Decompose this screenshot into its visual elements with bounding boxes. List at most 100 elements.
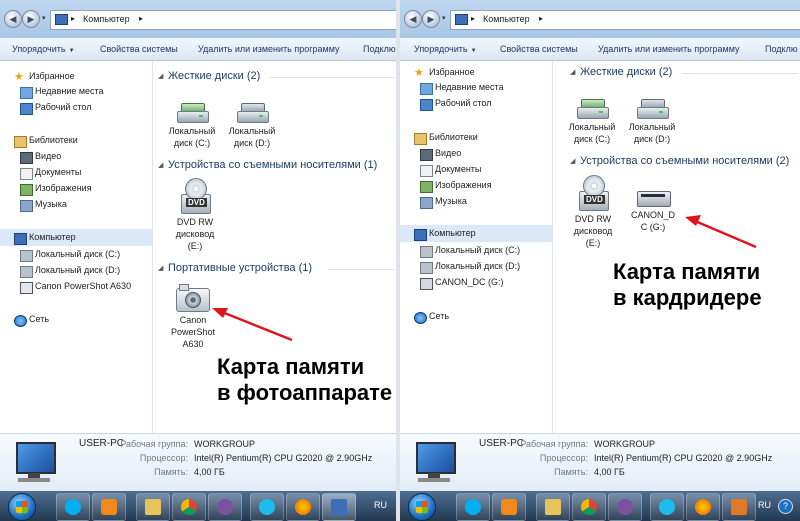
- taskbar-explorer[interactable]: [322, 493, 356, 521]
- collapse-triangle-icon[interactable]: ◢: [570, 157, 575, 165]
- cpu-value: Intel(R) Pentium(R) CPU G2020 @ 2.90GHz: [594, 453, 773, 463]
- libraries-icon: [414, 133, 427, 145]
- taskbar-app[interactable]: [722, 493, 756, 521]
- uninstall-program-button[interactable]: Удалить или изменить программу: [198, 44, 339, 54]
- desktop-icon: [20, 103, 33, 115]
- taskbar-media-player[interactable]: [492, 493, 526, 521]
- chrome-icon: [581, 499, 597, 515]
- map-network-drive-button[interactable]: Подклю: [765, 44, 798, 54]
- skype-icon: [465, 499, 481, 515]
- network-icon: [14, 315, 27, 327]
- drive-tile-d[interactable]: Локальный диск (D:): [224, 101, 280, 149]
- hard-drive-icon: [575, 97, 609, 119]
- organize-button[interactable]: Упорядочить ▼: [12, 44, 75, 54]
- taskbar-firefox[interactable]: [686, 493, 720, 521]
- taskbar-viber[interactable]: [208, 493, 242, 521]
- taskbar-skype[interactable]: [56, 493, 90, 521]
- drive-tile-c[interactable]: Локальный диск (C:): [164, 101, 220, 149]
- mail-icon: [545, 499, 561, 515]
- workgroup-label: Рабочая группа:: [120, 439, 188, 449]
- taskbar-ie[interactable]: [250, 493, 284, 521]
- music-icon: [420, 197, 433, 209]
- memory-value: 4,00 ГБ: [194, 467, 225, 477]
- taskbar: RU: [0, 491, 396, 521]
- taskbar-mail[interactable]: [136, 493, 170, 521]
- system-properties-button[interactable]: Свойства системы: [500, 44, 578, 54]
- video-icon: [420, 149, 433, 161]
- back-button[interactable]: ◀: [4, 10, 22, 28]
- forward-button[interactable]: ▶: [422, 10, 440, 28]
- group-separator: [328, 269, 394, 270]
- hard-drive-icon: [420, 246, 433, 258]
- taskbar-skype[interactable]: [456, 493, 490, 521]
- breadcrumb-computer[interactable]: Компьютер: [483, 14, 530, 24]
- internet-explorer-icon: [659, 499, 675, 515]
- camera-icon: [20, 282, 33, 294]
- navigation-pane: ★ Избранное Недавние места Рабочий стол …: [400, 61, 553, 433]
- content-pane: ◢ Жесткие диски (2) Локальный диск (C:) …: [153, 61, 396, 433]
- workgroup-value: WORKGROUP: [194, 439, 256, 449]
- taskbar-mail[interactable]: [536, 493, 570, 521]
- cpu-label: Процессор:: [539, 453, 588, 463]
- workgroup-value: WORKGROUP: [594, 439, 656, 449]
- taskbar-firefox[interactable]: [286, 493, 320, 521]
- language-indicator[interactable]: RU: [374, 500, 387, 510]
- taskbar-ie[interactable]: [650, 493, 684, 521]
- drive-tile-canon-dc[interactable]: CANON_D C (G:): [625, 185, 681, 233]
- drive-tile-d[interactable]: Локальный диск (D:): [624, 97, 680, 145]
- system-properties-button[interactable]: Свойства системы: [100, 44, 178, 54]
- hard-drive-icon: [635, 97, 669, 119]
- collapse-triangle-icon[interactable]: ◢: [158, 264, 163, 272]
- breadcrumb-arrow-icon[interactable]: ▸: [71, 14, 75, 23]
- address-bar[interactable]: ▸ Компьютер ▸: [450, 10, 800, 30]
- drive-tile-c[interactable]: Локальный диск (C:): [564, 97, 620, 145]
- breadcrumb-arrow-icon[interactable]: ▸: [139, 14, 143, 23]
- organize-button[interactable]: Упорядочить ▼: [414, 44, 477, 54]
- language-indicator[interactable]: RU: [758, 500, 771, 510]
- recent-pages-dropdown[interactable]: ▾: [42, 14, 46, 22]
- recent-places-icon: [420, 83, 433, 95]
- breadcrumb-computer[interactable]: Компьютер: [83, 14, 130, 24]
- media-player-icon: [101, 499, 117, 515]
- memory-label: Память:: [554, 467, 588, 477]
- taskbar-media-player[interactable]: [92, 493, 126, 521]
- collapse-triangle-icon[interactable]: ◢: [158, 161, 163, 169]
- back-button[interactable]: ◀: [404, 10, 422, 28]
- map-network-drive-button[interactable]: Подклю: [363, 44, 396, 54]
- taskbar-chrome[interactable]: [572, 493, 606, 521]
- taskbar-chrome[interactable]: [172, 493, 206, 521]
- cpu-label: Процессор:: [139, 453, 188, 463]
- drive-tile-dvd[interactable]: DVD DVD RW дисковод (E:): [167, 178, 223, 252]
- recent-pages-dropdown[interactable]: ▾: [442, 14, 446, 22]
- monitor-icon: [414, 442, 456, 482]
- start-button[interactable]: [408, 493, 436, 521]
- firefox-icon: [295, 499, 311, 515]
- help-icon[interactable]: ?: [778, 499, 793, 514]
- breadcrumb-arrow-icon[interactable]: ▸: [539, 14, 543, 23]
- hard-drive-icon: [420, 262, 433, 274]
- hard-drive-icon: [235, 101, 269, 123]
- address-bar[interactable]: ▸ Компьютер ▸: [50, 10, 396, 30]
- forward-button[interactable]: ▶: [22, 10, 40, 28]
- recent-places-icon: [20, 87, 33, 99]
- drive-tile-dvd[interactable]: DVD DVD RW дисковод (E:): [565, 175, 621, 249]
- uninstall-program-button[interactable]: Удалить или изменить программу: [598, 44, 739, 54]
- collapse-triangle-icon[interactable]: ◢: [158, 72, 163, 80]
- annotation-arrow-icon: [685, 215, 757, 249]
- collapse-triangle-icon[interactable]: ◢: [570, 68, 575, 76]
- camera-icon: [176, 282, 210, 312]
- start-button[interactable]: [8, 493, 36, 521]
- mail-icon: [145, 499, 161, 515]
- cpu-value: Intel(R) Pentium(R) CPU G2020 @ 2.90GHz: [194, 453, 373, 463]
- monitor-icon: [14, 442, 56, 482]
- windows-logo-icon: [16, 501, 28, 513]
- taskbar: RU ?: [400, 491, 800, 521]
- details-pane: USER-PC Рабочая группа: WORKGROUP Процес…: [400, 433, 800, 492]
- breadcrumb-arrow-icon[interactable]: ▸: [471, 14, 475, 23]
- navigation-pane: ★ Избранное Недавние места Рабочий стол …: [0, 61, 153, 433]
- memory-label: Память:: [154, 467, 188, 477]
- taskbar-viber[interactable]: [608, 493, 642, 521]
- app-icon: [731, 499, 747, 515]
- explorer-icon: [331, 499, 347, 515]
- media-player-icon: [501, 499, 517, 515]
